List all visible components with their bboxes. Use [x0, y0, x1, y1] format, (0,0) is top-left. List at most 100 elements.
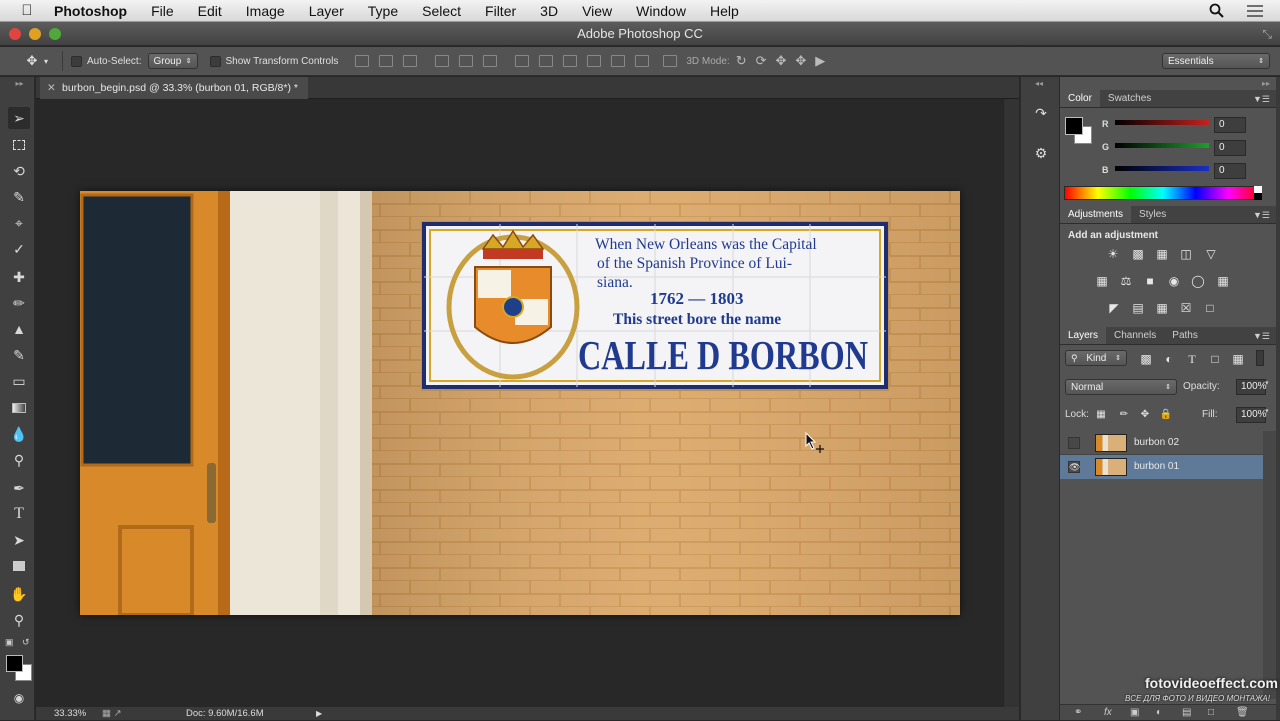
collapse-panels-icon[interactable]: ▸▸ — [1262, 79, 1270, 88]
distribute-vcenter-icon[interactable] — [539, 55, 554, 67]
marquee-tool-icon[interactable] — [8, 134, 30, 156]
gradient-map-icon[interactable]: □ — [1202, 301, 1218, 315]
tab-layers[interactable]: Layers — [1060, 327, 1107, 344]
panel-menu-icon[interactable]: ▼☰ — [1253, 90, 1276, 107]
eyedropper-tool-icon[interactable]: ✓ — [8, 238, 30, 260]
rectangle-tool-icon[interactable] — [8, 555, 30, 577]
eraser-tool-icon[interactable]: ▭ — [8, 370, 30, 392]
lock-position-icon[interactable]: ✥ — [1137, 408, 1153, 422]
collapse-dock-icon[interactable]: ◂◂ — [1035, 79, 1043, 88]
crop-tool-icon[interactable]: ⌖ — [8, 212, 30, 234]
filter-toggle[interactable] — [1256, 350, 1264, 366]
pen-tool-icon[interactable]: ✒ — [8, 477, 30, 499]
path-selection-tool-icon[interactable]: ➤ — [8, 529, 30, 551]
menu-type[interactable]: Type — [356, 0, 410, 22]
tab-adjustments[interactable]: Adjustments — [1060, 206, 1132, 223]
dodge-tool-icon[interactable]: ⚲ — [8, 449, 30, 471]
collapse-tools-icon[interactable]: ▸▸ — [4, 79, 35, 88]
delete-layer-icon[interactable]: 🗑 — [1236, 705, 1249, 721]
opacity-value[interactable]: 100% — [1236, 379, 1267, 395]
brightness-contrast-icon[interactable]: ☀ — [1105, 247, 1121, 261]
lock-transparent-icon[interactable]: ▦ — [1093, 408, 1109, 422]
move-tool-preset-icon[interactable]: ✥ — [20, 53, 44, 69]
new-adjustment-icon[interactable]: ◐ — [1156, 705, 1162, 721]
layer-row-selected[interactable]: 👁 burbon 01 — [1060, 455, 1263, 479]
tab-color[interactable]: Color — [1060, 90, 1100, 107]
hue-saturation-icon[interactable]: ▦ — [1094, 274, 1110, 288]
filter-smart-object-icon[interactable]: ▦ — [1230, 352, 1246, 366]
tab-paths[interactable]: Paths — [1164, 327, 1206, 344]
layer-name[interactable]: burbon 01 — [1134, 455, 1179, 479]
3d-orbit-icons[interactable]: ↻⟳✥✥▶ — [736, 53, 835, 69]
filter-pixel-icon[interactable]: ▩ — [1138, 352, 1154, 366]
tab-swatches[interactable]: Swatches — [1100, 90, 1159, 107]
align-hcenter-icon[interactable] — [459, 55, 474, 67]
apple-menu-icon[interactable]:  — [0, 2, 54, 19]
auto-select-checkbox[interactable] — [71, 55, 83, 67]
distribute-left-icon[interactable] — [587, 55, 602, 67]
menu-image[interactable]: Image — [234, 0, 297, 22]
history-brush-tool-icon[interactable]: ✎ — [8, 344, 30, 366]
vertical-scrollbar[interactable] — [1003, 99, 1019, 707]
menu-edit[interactable]: Edit — [186, 0, 234, 22]
status-menu-arrow-icon[interactable]: ▶ — [316, 707, 322, 720]
app-menu[interactable]: Photoshop — [54, 3, 139, 19]
blue-slider[interactable] — [1115, 166, 1209, 171]
workspace-dropdown[interactable]: Essentials ⇕ — [1162, 53, 1270, 69]
layers-scrollbar[interactable] — [1263, 431, 1276, 699]
auto-align-icon[interactable] — [663, 55, 678, 67]
align-vcenter-icon[interactable] — [379, 55, 394, 67]
blur-tool-icon[interactable]: 💧 — [8, 423, 30, 445]
menu-3d[interactable]: 3D — [528, 0, 570, 22]
quick-mask-icon[interactable]: ◉ — [8, 687, 30, 709]
notification-list-icon[interactable] — [1246, 4, 1264, 18]
fullscreen-icon[interactable]: ⤡ — [1262, 22, 1272, 46]
move-tool-icon[interactable]: ➢ — [8, 107, 30, 129]
healing-brush-tool-icon[interactable]: ✚ — [8, 266, 30, 288]
swap-colors-icon[interactable]: ↺ — [22, 637, 30, 648]
new-group-icon[interactable]: ▤ — [1182, 705, 1191, 721]
menu-filter[interactable]: Filter — [473, 0, 528, 22]
curves-icon[interactable]: ▦ — [1154, 247, 1170, 261]
menu-view[interactable]: View — [570, 0, 624, 22]
zoom-window-icon[interactable] — [49, 28, 61, 40]
opacity-dropdown-icon[interactable]: ▾ — [1265, 379, 1269, 387]
foreground-color-swatch[interactable] — [6, 655, 23, 672]
properties-panel-icon[interactable]: ⚙ — [1031, 145, 1051, 163]
green-slider[interactable] — [1115, 143, 1209, 148]
blue-value[interactable]: 0 — [1214, 163, 1246, 179]
fill-dropdown-icon[interactable]: ▾ — [1265, 407, 1269, 415]
close-window-icon[interactable] — [9, 28, 21, 40]
hand-tool-icon[interactable]: ✋ — [8, 583, 30, 605]
quick-selection-tool-icon[interactable]: ✎ — [8, 186, 30, 208]
color-lookup-icon[interactable]: ▦ — [1215, 274, 1231, 288]
tab-styles[interactable]: Styles — [1131, 206, 1174, 223]
align-left-icon[interactable] — [435, 55, 450, 67]
history-panel-icon[interactable]: ↷ — [1031, 105, 1051, 123]
color-balance-icon[interactable]: ⚖ — [1118, 274, 1134, 288]
menu-file[interactable]: File — [139, 0, 186, 22]
menu-select[interactable]: Select — [410, 0, 473, 22]
new-layer-icon[interactable]: □ — [1208, 705, 1214, 721]
distribute-top-icon[interactable] — [515, 55, 530, 67]
transform-controls-checkbox[interactable] — [209, 55, 221, 67]
auto-select-dropdown[interactable]: Group ⇕ — [147, 53, 198, 69]
black-white-icon[interactable]: ■ — [1142, 274, 1158, 288]
default-colors-icon[interactable]: ▣ — [5, 637, 14, 648]
fill-value[interactable]: 100% — [1236, 407, 1267, 423]
link-layers-icon[interactable]: ⚭ — [1074, 705, 1082, 721]
menu-help[interactable]: Help — [698, 0, 751, 22]
zoom-tool-icon[interactable]: ⚲ — [8, 609, 30, 631]
layer-name[interactable]: burbon 02 — [1134, 431, 1179, 455]
invert-icon[interactable]: ◤ — [1106, 301, 1122, 315]
status-share-icon[interactable]: ▦ ↗ — [102, 707, 122, 720]
panel-menu-icon[interactable]: ▼☰ — [1253, 327, 1276, 344]
filter-shape-icon[interactable]: □ — [1207, 352, 1223, 366]
red-slider[interactable] — [1115, 120, 1209, 125]
selective-color-icon[interactable]: ☒ — [1178, 301, 1194, 315]
red-value[interactable]: 0 — [1214, 117, 1246, 133]
align-top-icon[interactable] — [355, 55, 370, 67]
document-tab[interactable]: ✕ burbon_begin.psd @ 33.3% (burbon 01, R… — [40, 77, 308, 99]
lasso-tool-icon[interactable]: ⟲ — [8, 160, 30, 182]
zoom-level[interactable]: 33.33% — [54, 707, 86, 720]
